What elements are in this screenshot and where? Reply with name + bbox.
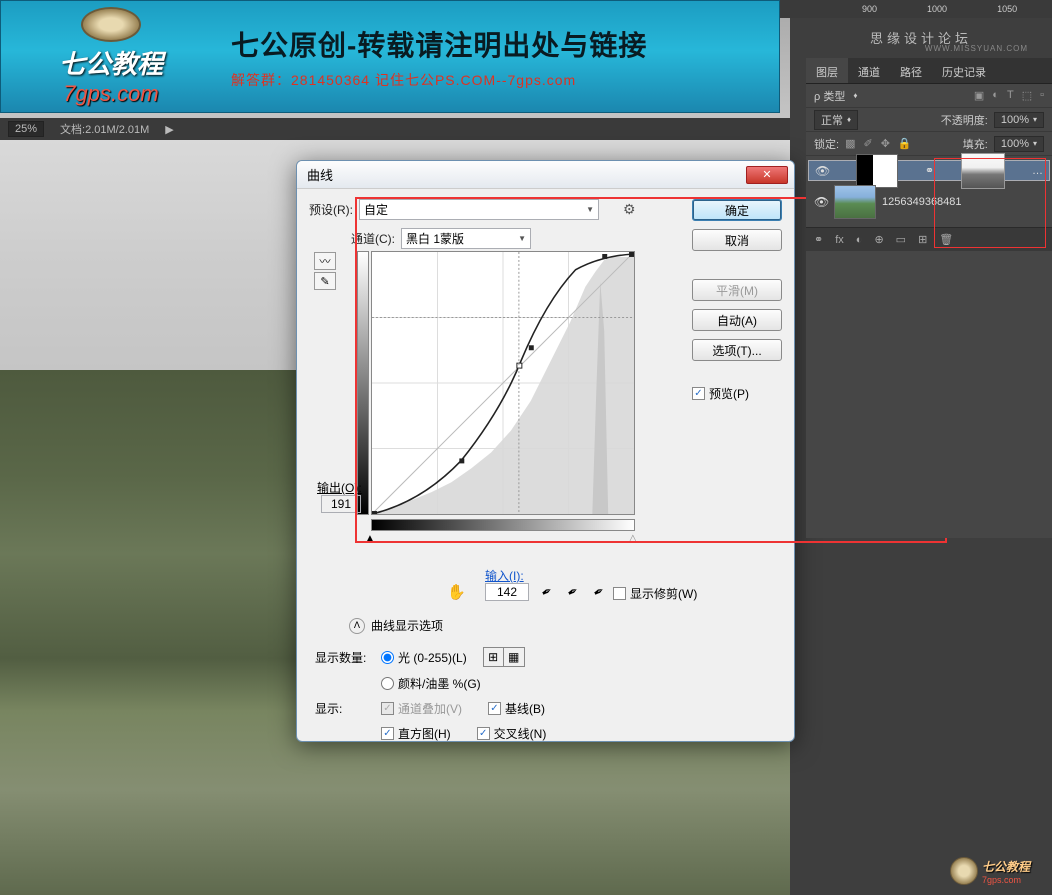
curve-graph[interactable] bbox=[371, 251, 635, 515]
link-layers-icon[interactable]: ⚭ bbox=[814, 233, 823, 246]
adjustment-icon[interactable]: ⊕ bbox=[874, 233, 883, 246]
output-label: 输出(O): bbox=[317, 479, 362, 496]
banner-main-text: 七公原创-转载请注明出处与链接 bbox=[231, 24, 769, 64]
preset-label: 预设(R): bbox=[309, 201, 353, 218]
tab-layers[interactable]: 图层 bbox=[806, 58, 848, 83]
logo-title: 七公教程 bbox=[59, 44, 163, 81]
channel-overlay-checkbox[interactable]: ✓ 通道叠加(V) bbox=[381, 700, 462, 717]
visibility-toggle-icon[interactable]: 👁 bbox=[814, 195, 828, 209]
logo-url: 7gps.com bbox=[63, 81, 158, 107]
input-value-input[interactable]: 142 bbox=[485, 583, 529, 601]
trash-icon[interactable]: 🗑 bbox=[939, 233, 953, 246]
watermark-title: 七公教程 bbox=[982, 858, 1030, 875]
options-button[interactable]: 选项(T)... bbox=[692, 339, 782, 361]
histogram-checkbox[interactable]: ✓ 直方图(H) bbox=[381, 725, 451, 742]
banner-sub-text: 解答群：281450364 记住七公PS.COM--7gps.com bbox=[231, 70, 769, 90]
watermark-url: 7gps.com bbox=[982, 875, 1030, 885]
link-icon[interactable]: ⚭ bbox=[925, 164, 934, 177]
lock-label: 锁定: bbox=[814, 136, 839, 152]
eyedropper-black-icon[interactable]: ✒ bbox=[534, 579, 560, 605]
filter-adjust-icon[interactable]: ◐ bbox=[992, 89, 999, 102]
tutorial-banner: 七公教程 7gps.com 七公原创-转载请注明出处与链接 解答群：281450… bbox=[0, 0, 780, 113]
tab-history[interactable]: 历史记录 bbox=[932, 58, 996, 83]
layer-name: 1256349368481 bbox=[882, 196, 962, 208]
visibility-toggle-icon[interactable]: 👁 bbox=[815, 164, 829, 178]
grid-size-toggle[interactable]: ⊞▦ bbox=[483, 647, 525, 667]
adjustment-thumb[interactable] bbox=[856, 154, 898, 188]
channel-label: 通道(C): bbox=[351, 230, 395, 247]
filter-type-icon[interactable]: T bbox=[1007, 89, 1014, 102]
forum-url: WWW.MISSYUAN.COM bbox=[925, 44, 1028, 53]
layer-thumb[interactable] bbox=[834, 185, 876, 219]
filter-label: ρ 类型 bbox=[814, 88, 845, 104]
layer-mask-thumb[interactable] bbox=[961, 153, 1005, 189]
mask-icon[interactable]: ◐ bbox=[856, 234, 863, 246]
opacity-label: 不透明度: bbox=[941, 112, 988, 128]
auto-button[interactable]: 自动(A) bbox=[692, 309, 782, 331]
layer-menu-icon[interactable]: … bbox=[1032, 165, 1043, 177]
layer-background-image[interactable]: 👁 1256349368481 bbox=[808, 181, 1050, 223]
display-options-label: 曲线显示选项 bbox=[371, 617, 443, 634]
light-radio[interactable]: 光 (0-255)(L) bbox=[381, 649, 467, 666]
pigment-radio[interactable]: 颜料/油墨 %(G) bbox=[381, 675, 481, 692]
dialog-titlebar[interactable]: 曲线 ✕ bbox=[297, 161, 794, 189]
banner-logo: 七公教程 7gps.com bbox=[11, 7, 211, 107]
histogram-svg bbox=[372, 252, 634, 514]
watermark-icon bbox=[950, 857, 978, 885]
blend-mode-select[interactable]: 正常♦ bbox=[814, 110, 858, 130]
pencil-tool-icon[interactable]: ✎ bbox=[314, 272, 336, 290]
layers-footer: ⚭ fx ◐ ⊕ ▭ ⊞ 🗑 bbox=[806, 227, 1052, 251]
dialog-close-button[interactable]: ✕ bbox=[746, 166, 788, 184]
eyedropper-gray-icon[interactable]: ✒ bbox=[560, 579, 586, 605]
layers-panel: 图层 通道 路径 历史记录 ρ 类型 ♦ ▣ ◐ T ⬚ ▫ 正常♦ 不透明度:… bbox=[806, 58, 1052, 538]
channel-select[interactable]: 黑白 1蒙版▼ bbox=[401, 228, 531, 249]
filter-shape-icon[interactable]: ⬚ bbox=[1022, 89, 1032, 102]
curve-tool-icon[interactable]: 〰 bbox=[314, 252, 336, 270]
filter-pixel-icon[interactable]: ▣ bbox=[974, 89, 984, 102]
intersection-checkbox[interactable]: ✓ 交叉线(N) bbox=[477, 725, 547, 742]
baseline-checkbox[interactable]: ✓ 基线(B) bbox=[488, 700, 545, 717]
layer-bw-adjustment[interactable]: 👁 ⚭ … bbox=[808, 160, 1050, 181]
ok-button[interactable]: 确定 bbox=[692, 199, 782, 221]
preview-checkbox[interactable]: ✓预览(P) bbox=[692, 385, 782, 402]
lock-transparent-icon[interactable]: ▩ bbox=[845, 137, 855, 150]
input-label: 输入(I): bbox=[485, 567, 524, 584]
dialog-title: 曲线 bbox=[307, 165, 333, 184]
tab-paths[interactable]: 路径 bbox=[890, 58, 932, 83]
amount-label: 显示数量: bbox=[315, 649, 375, 666]
opacity-input[interactable]: 100%▾ bbox=[994, 112, 1044, 128]
fx-icon[interactable]: fx bbox=[835, 234, 844, 246]
gear-icon[interactable]: ⚙ bbox=[623, 201, 636, 218]
output-gradient bbox=[357, 251, 369, 515]
smooth-button[interactable]: 平滑(M) bbox=[692, 279, 782, 301]
hand-tool-icon[interactable]: ✋ bbox=[447, 583, 466, 601]
tab-channels[interactable]: 通道 bbox=[848, 58, 890, 83]
document-status-bar: 25% 文档:2.01M/2.01M ▶ bbox=[0, 118, 790, 140]
curves-dialog: 曲线 ✕ 预设(R): 自定▼ ⚙ 通道(C): 黑白 1蒙版▼ 确定 取消 平… bbox=[296, 160, 795, 742]
show-clipping-checkbox[interactable]: 显示修剪(W) bbox=[613, 585, 697, 602]
doc-size-info: 文档:2.01M/2.01M bbox=[60, 121, 149, 137]
group-icon[interactable]: ▭ bbox=[896, 233, 906, 246]
input-gradient bbox=[371, 519, 635, 531]
preset-select[interactable]: 自定▼ bbox=[359, 199, 599, 220]
watermark-corner: 七公教程 7gps.com bbox=[950, 853, 1046, 889]
output-value-input[interactable]: 191 bbox=[321, 495, 361, 513]
fill-input[interactable]: 100%▾ bbox=[994, 136, 1044, 152]
cancel-button[interactable]: 取消 bbox=[692, 229, 782, 251]
logo-character-icon bbox=[81, 7, 141, 42]
fill-label: 填充: bbox=[963, 136, 988, 152]
zoom-level[interactable]: 25% bbox=[8, 121, 44, 137]
collapse-options-icon[interactable]: ⴷ bbox=[349, 618, 365, 634]
eyedropper-white-icon[interactable]: ✒ bbox=[586, 579, 612, 605]
statusbar-arrow-icon[interactable]: ▶ bbox=[165, 123, 173, 136]
filter-smart-icon[interactable]: ▫ bbox=[1040, 89, 1044, 102]
show-label: 显示: bbox=[315, 700, 375, 717]
lock-pixels-icon[interactable]: ✐ bbox=[863, 137, 872, 150]
lock-position-icon[interactable]: ✥ bbox=[881, 137, 890, 150]
new-layer-icon[interactable]: ⊞ bbox=[918, 233, 927, 246]
panel-tabs: 图层 通道 路径 历史记录 bbox=[806, 58, 1052, 84]
lock-all-icon[interactable]: 🔒 bbox=[898, 137, 912, 150]
